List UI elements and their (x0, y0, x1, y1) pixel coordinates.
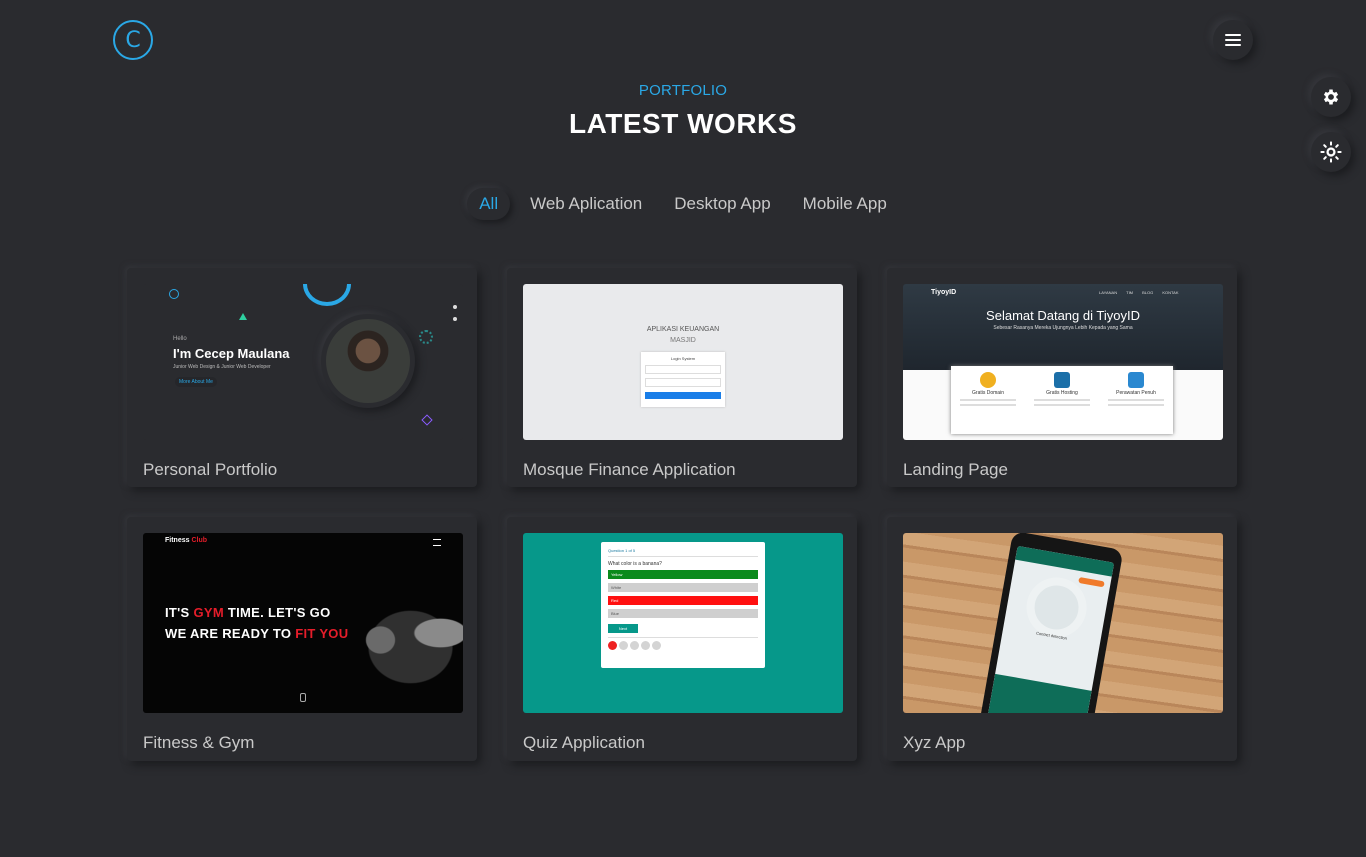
avatar (321, 314, 415, 408)
phone-image: Contact detection (978, 533, 1124, 713)
work-thumbnail: Question 1 of 5 What color is a banana? … (523, 533, 843, 713)
quiz-progress (608, 637, 758, 650)
thumb-headline-2: WE ARE READY TO FIT YOU (165, 626, 349, 641)
quiz-box: Question 1 of 5 What color is a banana? … (601, 542, 765, 668)
quiz-option: Yellow (608, 570, 758, 579)
quiz-option: Red (608, 596, 758, 605)
menu-button[interactable] (1213, 20, 1253, 60)
hamburger-icon (1225, 34, 1241, 46)
work-caption: Xyz App (903, 733, 966, 752)
thumb-headline-1: IT'S GYM TIME. LET'S GO (165, 605, 331, 620)
thumb-hero: Selamat Datang di TiyoyID (986, 308, 1140, 323)
filter-mobile-app[interactable]: Mobile App (791, 188, 899, 220)
work-card-fitness-gym[interactable]: Fitness Club IT'S GYM TIME. LET'S GO WE … (127, 517, 477, 761)
feature-panel: Gratis Domain Gratis Hosting Perawatan P… (951, 366, 1173, 434)
work-thumbnail: Hello I'm Cecep Maulana Junior Web Desig… (143, 284, 463, 440)
sun-icon (1320, 141, 1342, 163)
quiz-option: White (608, 583, 758, 592)
logo-letter: C (125, 27, 141, 53)
work-card-landing-page[interactable]: TiyoyID LAYANAN TIM BLOG KONTAK Selamat … (887, 268, 1237, 487)
work-caption: Landing Page (903, 460, 1008, 479)
thumb-title: APLIKASI KEUANGAN (646, 326, 720, 333)
thumb-subtitle: Junior Web Design & Junior Web Developer (173, 364, 271, 370)
scroll-indicator-icon (300, 693, 306, 702)
work-thumbnail: APLIKASI KEUANGAN MASJID Login System (523, 284, 843, 440)
login-title: Login System (670, 356, 696, 361)
thumb-hello: Hello (173, 336, 187, 342)
thumb-name: I'm Cecep Maulana (173, 346, 290, 361)
section-label: PORTFOLIO (638, 82, 728, 99)
thumb-brand: TiyoyID (931, 289, 957, 296)
filter-all[interactable]: All (467, 188, 510, 220)
work-caption: Personal Portfolio (143, 460, 278, 479)
work-card-personal-portfolio[interactable]: Hello I'm Cecep Maulana Junior Web Desig… (127, 268, 477, 487)
quiz-header: Question 1 of 5 (608, 548, 758, 557)
work-caption: Mosque Finance Application (523, 460, 736, 479)
filter-desktop-app[interactable]: Desktop App (662, 188, 782, 220)
work-card-xyz-app[interactable]: Contact detection Xyz App (887, 517, 1237, 761)
login-box: Login System (641, 352, 725, 407)
work-caption: Quiz Application (523, 733, 645, 752)
thumb-button: More About Me (175, 377, 217, 387)
quiz-next: Next (608, 624, 638, 633)
thumb-hero-sub: Sebesar Rasanya Mereka Ujungnya Lebih Ke… (993, 325, 1133, 331)
feature-label: Gratis Hosting (1046, 390, 1078, 396)
thumb-brand: Fitness Club (165, 537, 208, 544)
thumb-subtitle: MASJID (670, 337, 696, 344)
quiz-option: Blue (608, 609, 758, 618)
section-title: LATEST WORKS (569, 108, 797, 139)
thumb-nav: LAYANAN TIM BLOG KONTAK (1099, 290, 1179, 295)
work-card-mosque-finance[interactable]: APLIKASI KEUANGAN MASJID Login System Mo… (507, 268, 857, 487)
work-thumbnail: TiyoyID LAYANAN TIM BLOG KONTAK Selamat … (903, 284, 1223, 440)
feature-label: Perawatan Penuh (1116, 390, 1156, 396)
filter-web-application[interactable]: Web Aplication (518, 188, 654, 220)
feature-label: Gratis Domain (972, 390, 1004, 396)
work-caption: Fitness & Gym (143, 733, 255, 752)
work-thumbnail: Fitness Club IT'S GYM TIME. LET'S GO WE … (143, 533, 463, 713)
work-thumbnail: Contact detection (903, 533, 1223, 713)
quiz-question: What color is a banana? (608, 561, 662, 567)
logo[interactable]: C (113, 20, 153, 60)
filter-tabs: All Web Aplication Desktop App Mobile Ap… (0, 188, 1366, 220)
work-card-quiz-application[interactable]: Question 1 of 5 What color is a banana? … (507, 517, 857, 761)
